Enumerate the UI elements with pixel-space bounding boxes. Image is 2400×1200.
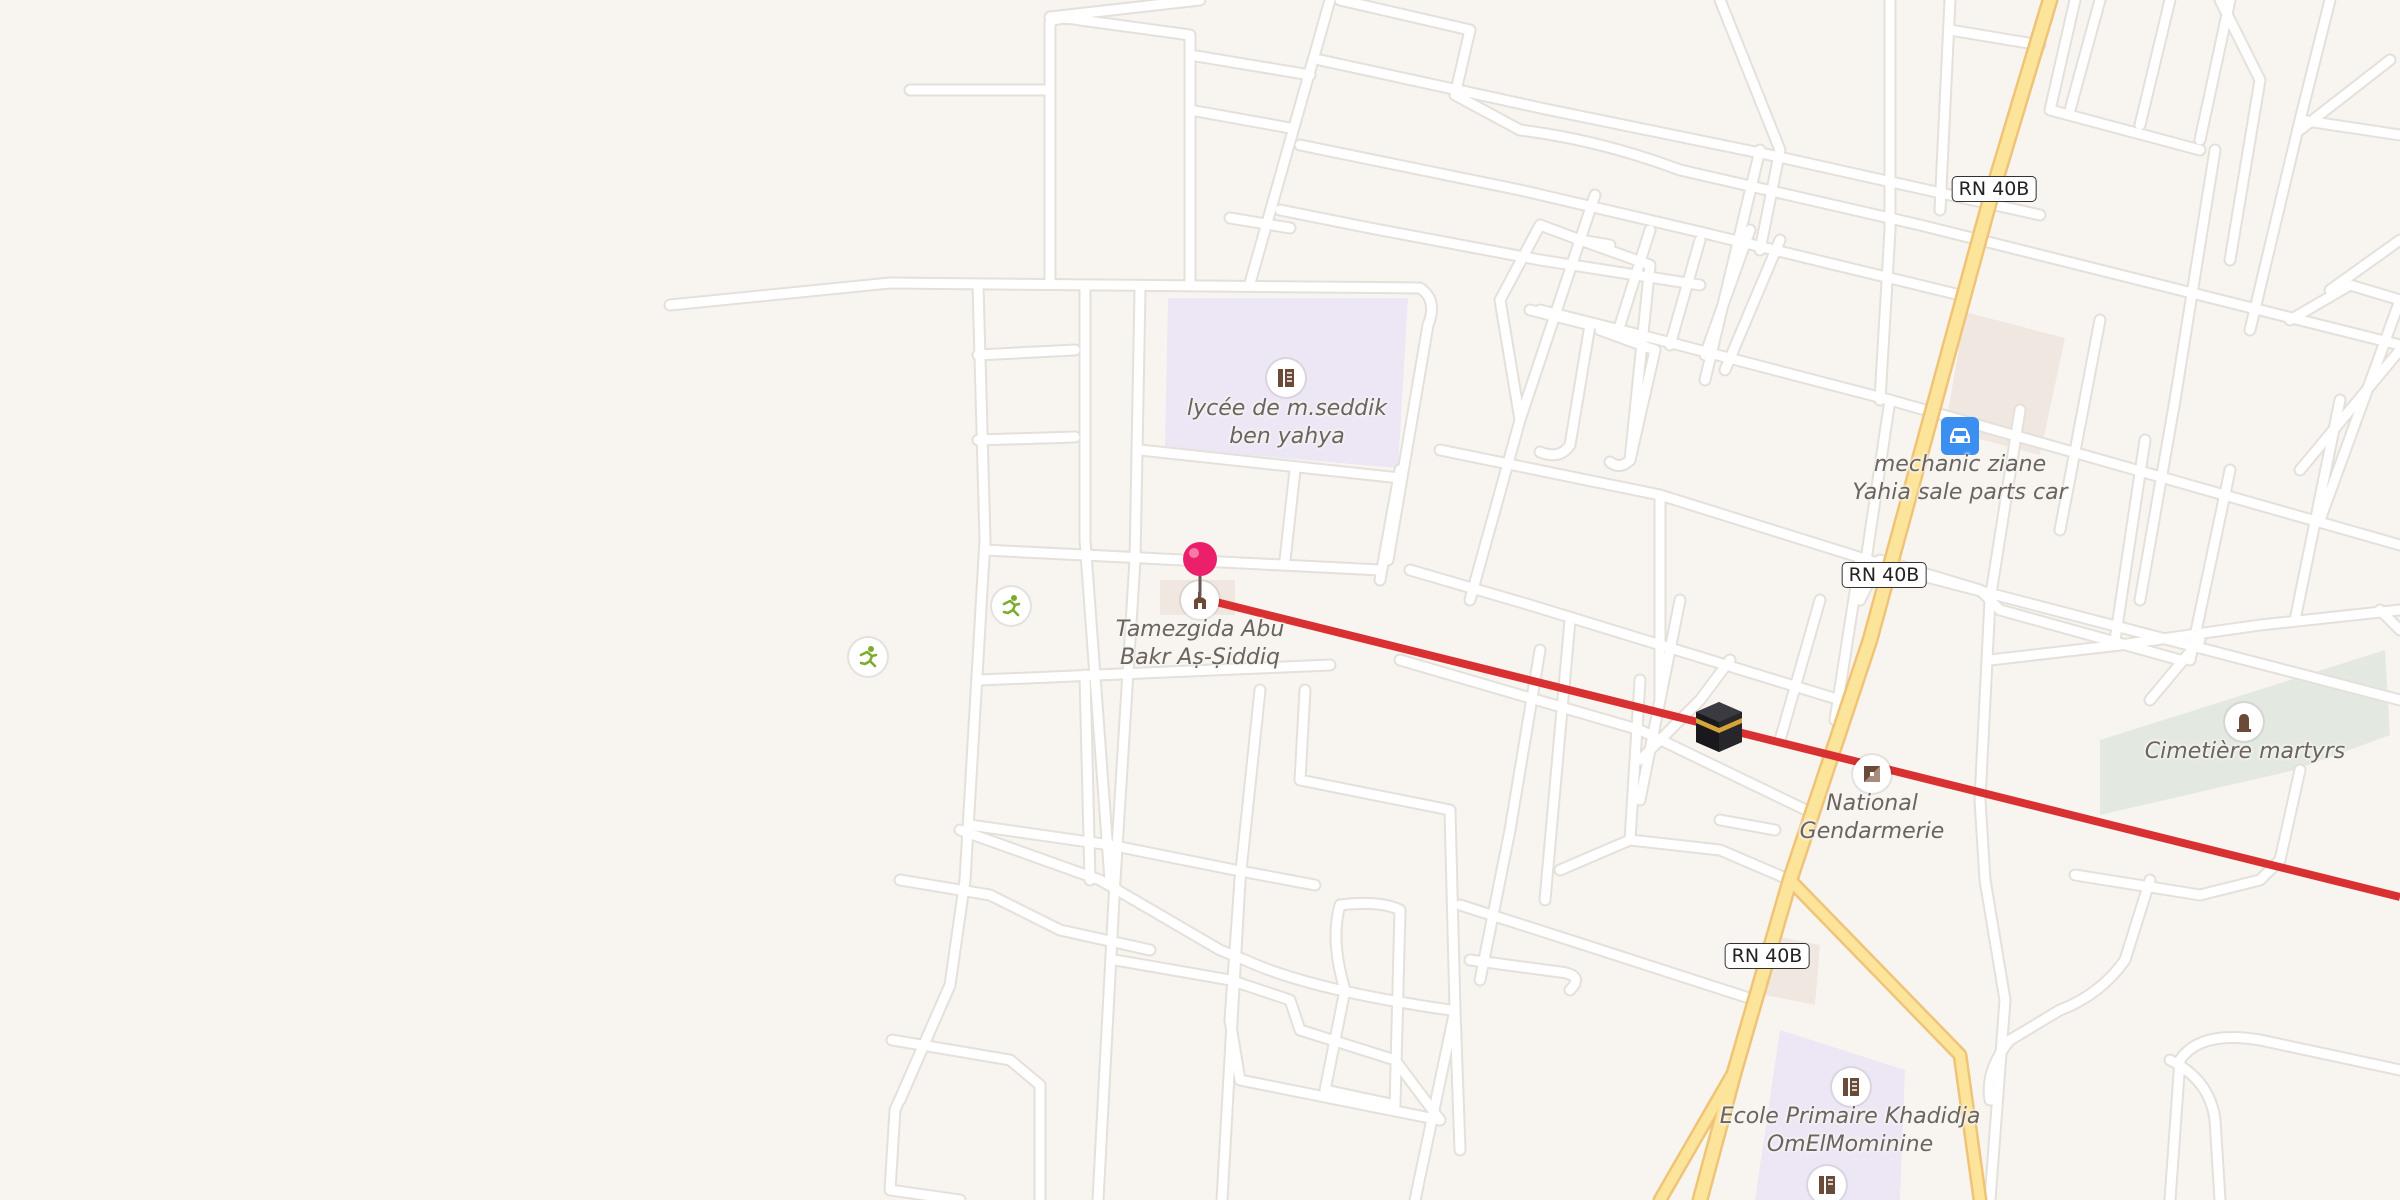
place-label-line: Gendarmerie bbox=[1799, 819, 1945, 844]
place-label-gendarmerie[interactable]: National Gendarmerie bbox=[1800, 790, 1945, 846]
place-label-line: mechanic ziane bbox=[1873, 452, 2047, 477]
map-canvas[interactable]: RN 40B RN 40B RN 40B lycée de m.seddik b… bbox=[0, 0, 2400, 1200]
place-label-lycee[interactable]: lycée de m.seddik ben yahya bbox=[1187, 395, 1387, 451]
place-label-mechanic[interactable]: mechanic ziane Yahia sale parts car bbox=[1852, 451, 2067, 507]
place-label-line: Bakr Aṣ-Ṣiddiq bbox=[1120, 645, 1280, 670]
cemetery-icon[interactable] bbox=[2225, 703, 2263, 741]
minor-roads bbox=[663, 0, 2400, 1200]
school-icon[interactable] bbox=[1267, 359, 1305, 397]
place-label-line: ben yahya bbox=[1229, 424, 1345, 449]
place-label-line: Cimetière martyrs bbox=[2144, 739, 2346, 764]
place-label-line: Ecole Primaire Khadidja bbox=[1719, 1104, 1981, 1129]
place-label-line: Tamezgida Abu bbox=[1115, 617, 1285, 642]
place-label-line: lycée de m.seddik bbox=[1187, 396, 1387, 421]
map-pin-icon[interactable] bbox=[1180, 540, 1220, 600]
running-icon[interactable] bbox=[992, 587, 1030, 625]
school-icon[interactable] bbox=[1808, 1166, 1846, 1200]
road-ref-rn40b-south: RN 40B bbox=[1724, 943, 1810, 969]
place-label-ecole[interactable]: Ecole Primaire Khadidja OmElMominine bbox=[1720, 1103, 1981, 1159]
place-label-line: National bbox=[1826, 791, 1918, 816]
running-icon[interactable] bbox=[849, 638, 887, 676]
kaaba-icon bbox=[1690, 698, 1748, 760]
place-label-cemetery[interactable]: Cimetière martyrs bbox=[2145, 738, 2345, 766]
road-ref-rn40b-middle: RN 40B bbox=[1841, 562, 1927, 588]
police-icon[interactable] bbox=[1853, 755, 1891, 793]
school-icon[interactable] bbox=[1832, 1068, 1870, 1106]
car-icon[interactable] bbox=[1941, 417, 1979, 455]
road-ref-rn40b-north: RN 40B bbox=[1951, 176, 2037, 202]
place-label-line: OmElMominine bbox=[1766, 1132, 1934, 1157]
place-label-mosque[interactable]: Tamezgida Abu Bakr Aṣ-Ṣiddiq bbox=[1116, 616, 1285, 672]
place-label-line: Yahia sale parts car bbox=[1852, 480, 2068, 505]
